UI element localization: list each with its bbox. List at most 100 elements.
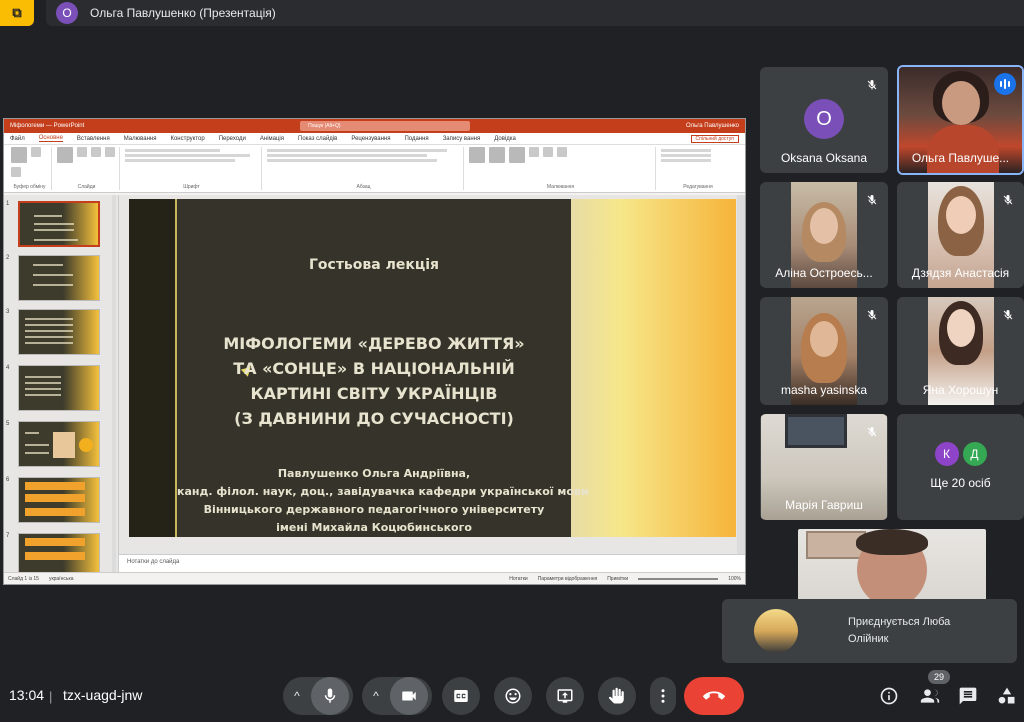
notes-pane[interactable]: Нотатки до слайда [119,554,745,572]
joining-user-avatar [754,609,798,653]
slide-thumbnail[interactable]: 1 [6,201,100,247]
join-notification: Приєднується Люба Олійник [722,599,1017,663]
camera-button[interactable] [390,677,428,715]
ppt-tab[interactable]: Вставлення [77,136,110,142]
ribbon-group-paragraph: Абзац [264,147,464,190]
microphone-icon [324,688,336,703]
zoom-slider[interactable] [638,577,719,580]
ppt-tab[interactable]: Рецензування [351,136,390,142]
ppt-workspace: 1 2 3 4 5 6 7 Гостьова лекція МІФОЛОГЕМИ… [4,195,745,572]
slide-sun-gradient [571,199,736,537]
participant-tile-active-speaker[interactable]: Ольга Павлуше... [897,65,1024,175]
status-notes-button[interactable]: Нотатки [509,576,527,582]
ppt-tab[interactable]: Файл [10,136,25,142]
raise-hand-button[interactable] [598,677,636,715]
presenting-indicator-icon[interactable]: ⧉ [0,0,34,26]
participant-name: Аліна Остроесь... [775,266,873,280]
status-zoom: 100% [728,575,741,582]
status-comments-button[interactable]: Примітки [607,576,628,582]
activities-button[interactable] [995,684,1019,708]
slide-thumbnail[interactable]: 2 [6,255,100,301]
ppt-tab-active[interactable]: Основне [38,135,63,142]
slide-thumbnail[interactable]: 4 [6,365,100,411]
participant-tile[interactable]: O Oksana Oksana [760,67,888,173]
present-icon [557,689,573,703]
join-notification-text: Приєднується Люба Олійник [848,616,951,645]
slide-thumbnail[interactable]: 3 [6,309,100,355]
meeting-details-button[interactable] [877,684,901,708]
thumbnail-scrollbar[interactable] [112,195,116,572]
current-slide[interactable]: Гостьова лекція МІФОЛОГЕМИ «ДЕРЕВО ЖИТТЯ… [129,199,736,537]
ppt-user-name: Ольга Павлушенко [686,123,739,129]
end-call-icon [703,691,725,700]
more-participants-tile[interactable]: К Д Ще 20 осіб [897,414,1024,520]
ppt-title-bar: Міфологеми — PowerPoint Пошук (Alt+Q) Ол… [4,119,745,133]
editor-scrollbar[interactable] [737,195,745,572]
chat-button[interactable] [956,684,980,708]
ppt-tab[interactable]: Подання [404,136,428,142]
ppt-tab[interactable]: Малювання [124,136,157,142]
slide-thumbnail-panel: 1 2 3 4 5 6 7 [4,195,119,572]
slide-thumbnail[interactable]: 5 [6,421,100,467]
ppt-tab[interactable]: Показ слайдів [298,136,337,142]
slide-heading: Гостьова лекція [308,257,440,273]
more-participants-label: Ще 20 осіб [930,476,991,490]
ppt-window-title: Міфологеми — PowerPoint [10,123,85,129]
mic-off-icon [1000,192,1016,208]
ppt-tab[interactable]: Запису вання [443,136,481,142]
slide-left-band [129,199,177,537]
ppt-tab[interactable]: Довідка [494,136,516,142]
captions-button[interactable] [442,677,480,715]
info-icon [880,687,898,705]
ppt-status-bar: Слайд 1 із 15 українська Нотатки Парамет… [4,572,745,584]
status-language: українська [48,575,74,582]
slide-title: МІФОЛОГЕМИ «ДЕРЕВО ЖИТТЯ» ТА «СОНЦЕ» В Н… [223,334,525,428]
slide-author: Павлушенко Ольга Андріївна, канд. філол.… [177,467,589,534]
status-display-settings[interactable]: Параметри відображення [538,576,598,582]
reactions-button[interactable] [494,677,532,715]
ppt-ribbon: Буфер обміну Слайди Шрифт Абзац Малюванн… [4,145,745,193]
separator: | [49,689,53,704]
hand-icon [608,687,624,704]
participant-avatar: O [804,99,844,139]
ppt-tab[interactable]: Анімація [260,136,284,142]
ribbon-group-editing: Редагування [658,147,738,190]
people-button[interactable] [918,684,942,708]
ribbon-group-clipboard: Буфер обміну [8,147,52,190]
participant-avatar: К [934,442,959,466]
mic-off-icon [864,192,880,208]
ppt-tab[interactable]: Переходи [219,136,246,142]
ppt-share-button[interactable]: Спільний доступ [690,134,739,143]
slide-thumbnail[interactable]: 6 [6,477,100,523]
mic-off-icon [864,77,880,93]
participant-tile[interactable]: masha yasinska [760,297,888,405]
ppt-ribbon-tabs: Файл Основне Вставлення Малювання Констр… [4,133,745,145]
meeting-time: 13:04 [9,687,45,703]
participant-tile[interactable]: Яна Хорошун [897,297,1024,405]
presenter-avatar: О [56,2,78,24]
video-options-chevron-icon[interactable]: ^ [362,677,390,715]
ribbon-group-font: Шрифт [122,147,262,190]
speaking-indicator-icon [994,73,1016,95]
more-options-button[interactable] [650,677,676,715]
slide-editor: Гостьова лекція МІФОЛОГЕМИ «ДЕРЕВО ЖИТТЯ… [119,195,745,572]
participant-name: Яна Хорошун [922,383,999,397]
video-control-group: ^ [362,677,432,715]
participant-avatar: Д [962,442,987,466]
ppt-search-box[interactable]: Пошук (Alt+Q) [300,121,471,131]
end-call-button[interactable] [684,677,744,715]
participant-tile[interactable]: Дзядзя Анастасія [897,182,1024,288]
status-slide-count: Слайд 1 із 15 [8,575,39,582]
slide-thumbnail[interactable]: 7 [6,533,100,572]
meeting-code: tzx-uagd-jnw [63,687,143,703]
microphone-button[interactable] [311,677,349,715]
shared-powerpoint-window: Міфологеми — PowerPoint Пошук (Alt+Q) Ол… [3,118,746,585]
audio-options-chevron-icon[interactable]: ^ [283,677,311,715]
participant-tile[interactable]: Марія Гавриш [760,414,888,520]
ppt-tab[interactable]: Конструктор [170,136,204,142]
participant-tile[interactable]: Аліна Остроесь... [760,182,888,288]
ribbon-group-drawing: Малювання [466,147,656,190]
participant-name: Марія Гавриш [785,498,863,512]
camera-icon [402,691,416,701]
present-screen-button[interactable] [546,677,584,715]
